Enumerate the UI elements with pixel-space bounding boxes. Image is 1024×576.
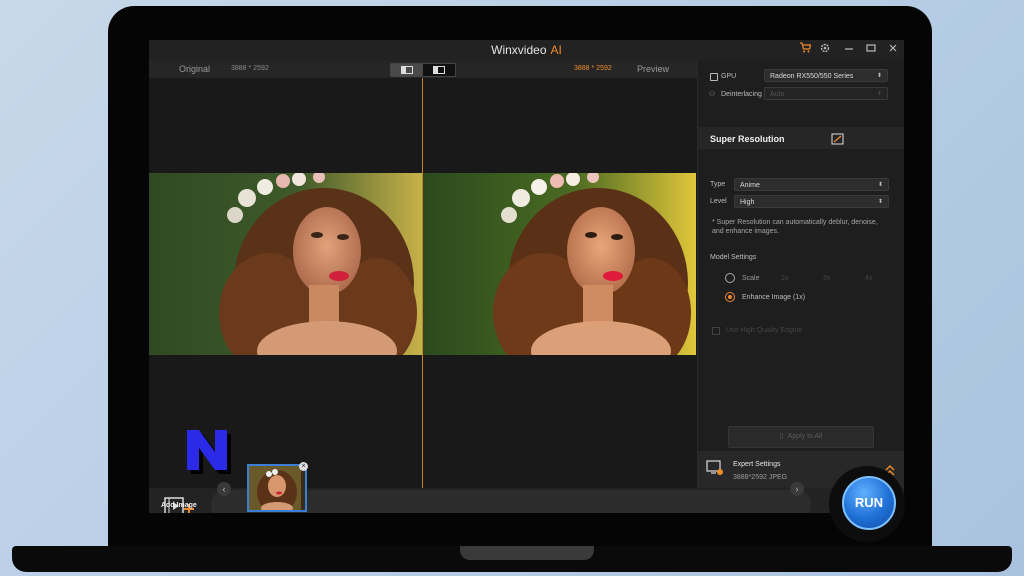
level-select-value: High [740,199,755,206]
maximize-icon[interactable] [863,42,879,56]
close-icon[interactable] [885,42,901,56]
expert-settings-title: Expert Settings [733,461,781,468]
select-arrows-icon: ⬍ [876,73,882,79]
person-icon: ⚇ [709,91,716,98]
expert-settings-icon [706,460,724,481]
app-title-accent: AI [550,43,562,57]
scale-option-4x[interactable]: 4x [865,275,872,282]
enhance-radio[interactable] [725,292,735,302]
gpu-checkbox[interactable] [710,73,718,81]
gpu-select[interactable]: Radeon RX550/550 Series ⬍ [764,69,888,82]
super-resolution-note: * Super Resolution can automatically deb… [712,219,878,235]
trash-icon: ▯ [779,433,784,440]
level-label: Level [710,198,727,205]
remove-thumbnail-icon[interactable]: × [299,462,308,471]
preview-image [423,173,696,355]
preview-label: Preview [637,64,670,74]
scale-radio[interactable] [725,273,735,283]
original-resolution: 3888 * 2592 [231,65,269,72]
scale-option-2x[interactable]: 2x [781,275,788,282]
apply-to-all-button[interactable]: ▯ Apply to All [728,426,874,448]
compare-divider[interactable] [422,78,423,488]
add-image-label[interactable]: Add Image [161,502,197,509]
gpu-select-value: Radeon RX550/550 Series [770,73,854,80]
cart-icon[interactable] [797,42,813,56]
select-arrows-icon: ⬍ [877,199,883,205]
level-select[interactable]: High ⬍ [734,195,889,208]
split-view-button[interactable] [391,64,423,76]
laptop-notch [460,546,594,560]
expert-settings-info: 3888*2592 JPEG [733,474,788,481]
scroll-left-button[interactable]: ‹ [217,482,231,496]
compare-toggle[interactable] [390,63,456,77]
image-viewer[interactable] [149,78,697,488]
hq-engine-checkbox[interactable] [712,327,720,335]
split-view-icon [401,66,413,74]
select-arrows-icon: ⬍ [877,182,883,188]
scale-option-3x[interactable]: 3x [823,275,830,282]
image-thumbnail[interactable] [247,464,307,512]
view-header: Original 3888 * 2592 3888 * 2592 Preview [149,61,697,78]
app-title-text: Winxvideo [491,43,547,57]
apply-to-all-label: Apply to All [787,433,823,440]
deinterlacing-select-value: Auto [770,91,785,98]
enhance-label: Enhance Image (1x) [742,294,806,301]
model-settings-label: Model Settings [710,254,757,261]
settings-panel: GPU Radeon RX550/550 Series ⬍ ⚇ Deinterl… [697,61,904,488]
scroll-right-button[interactable]: › [790,482,804,496]
chevron-left-icon: ‹ [222,484,226,494]
filmstrip: Add Image ‹ × › [149,462,904,513]
gpu-label: GPU [721,73,737,80]
app-window: Winxvideo AI Original 3888 * 2592 3888 * … [149,40,904,513]
compare-window-icon[interactable] [831,132,844,150]
run-button[interactable]: RUN [842,476,896,530]
scale-label: Scale [742,275,760,282]
select-arrows-icon: ⬍ [876,91,882,97]
app-title: Winxvideo AI [149,43,904,57]
preview-resolution: 3888 * 2592 [574,65,612,72]
title-bar: Winxvideo AI [149,40,904,61]
type-select[interactable]: Anime ⬍ [734,178,889,191]
minimize-icon[interactable] [841,42,857,56]
hq-engine-label: Use High Quality Engine [726,327,803,334]
deinterlacing-select[interactable]: Auto ⬍ [764,87,888,100]
side-by-side-icon [433,66,445,74]
deinterlacing-label: Deinterlacing [721,91,762,98]
logo-n [187,430,231,474]
type-label: Type [710,181,726,188]
original-image [149,173,422,355]
super-resolution-header: Super Resolution [698,127,904,149]
side-by-side-button[interactable] [423,64,455,76]
original-label: Original [179,64,211,74]
super-resolution-title: Super Resolution [710,134,785,144]
gear-icon[interactable] [817,42,833,57]
chevron-right-icon: › [795,484,799,494]
type-select-value: Anime [740,182,760,189]
